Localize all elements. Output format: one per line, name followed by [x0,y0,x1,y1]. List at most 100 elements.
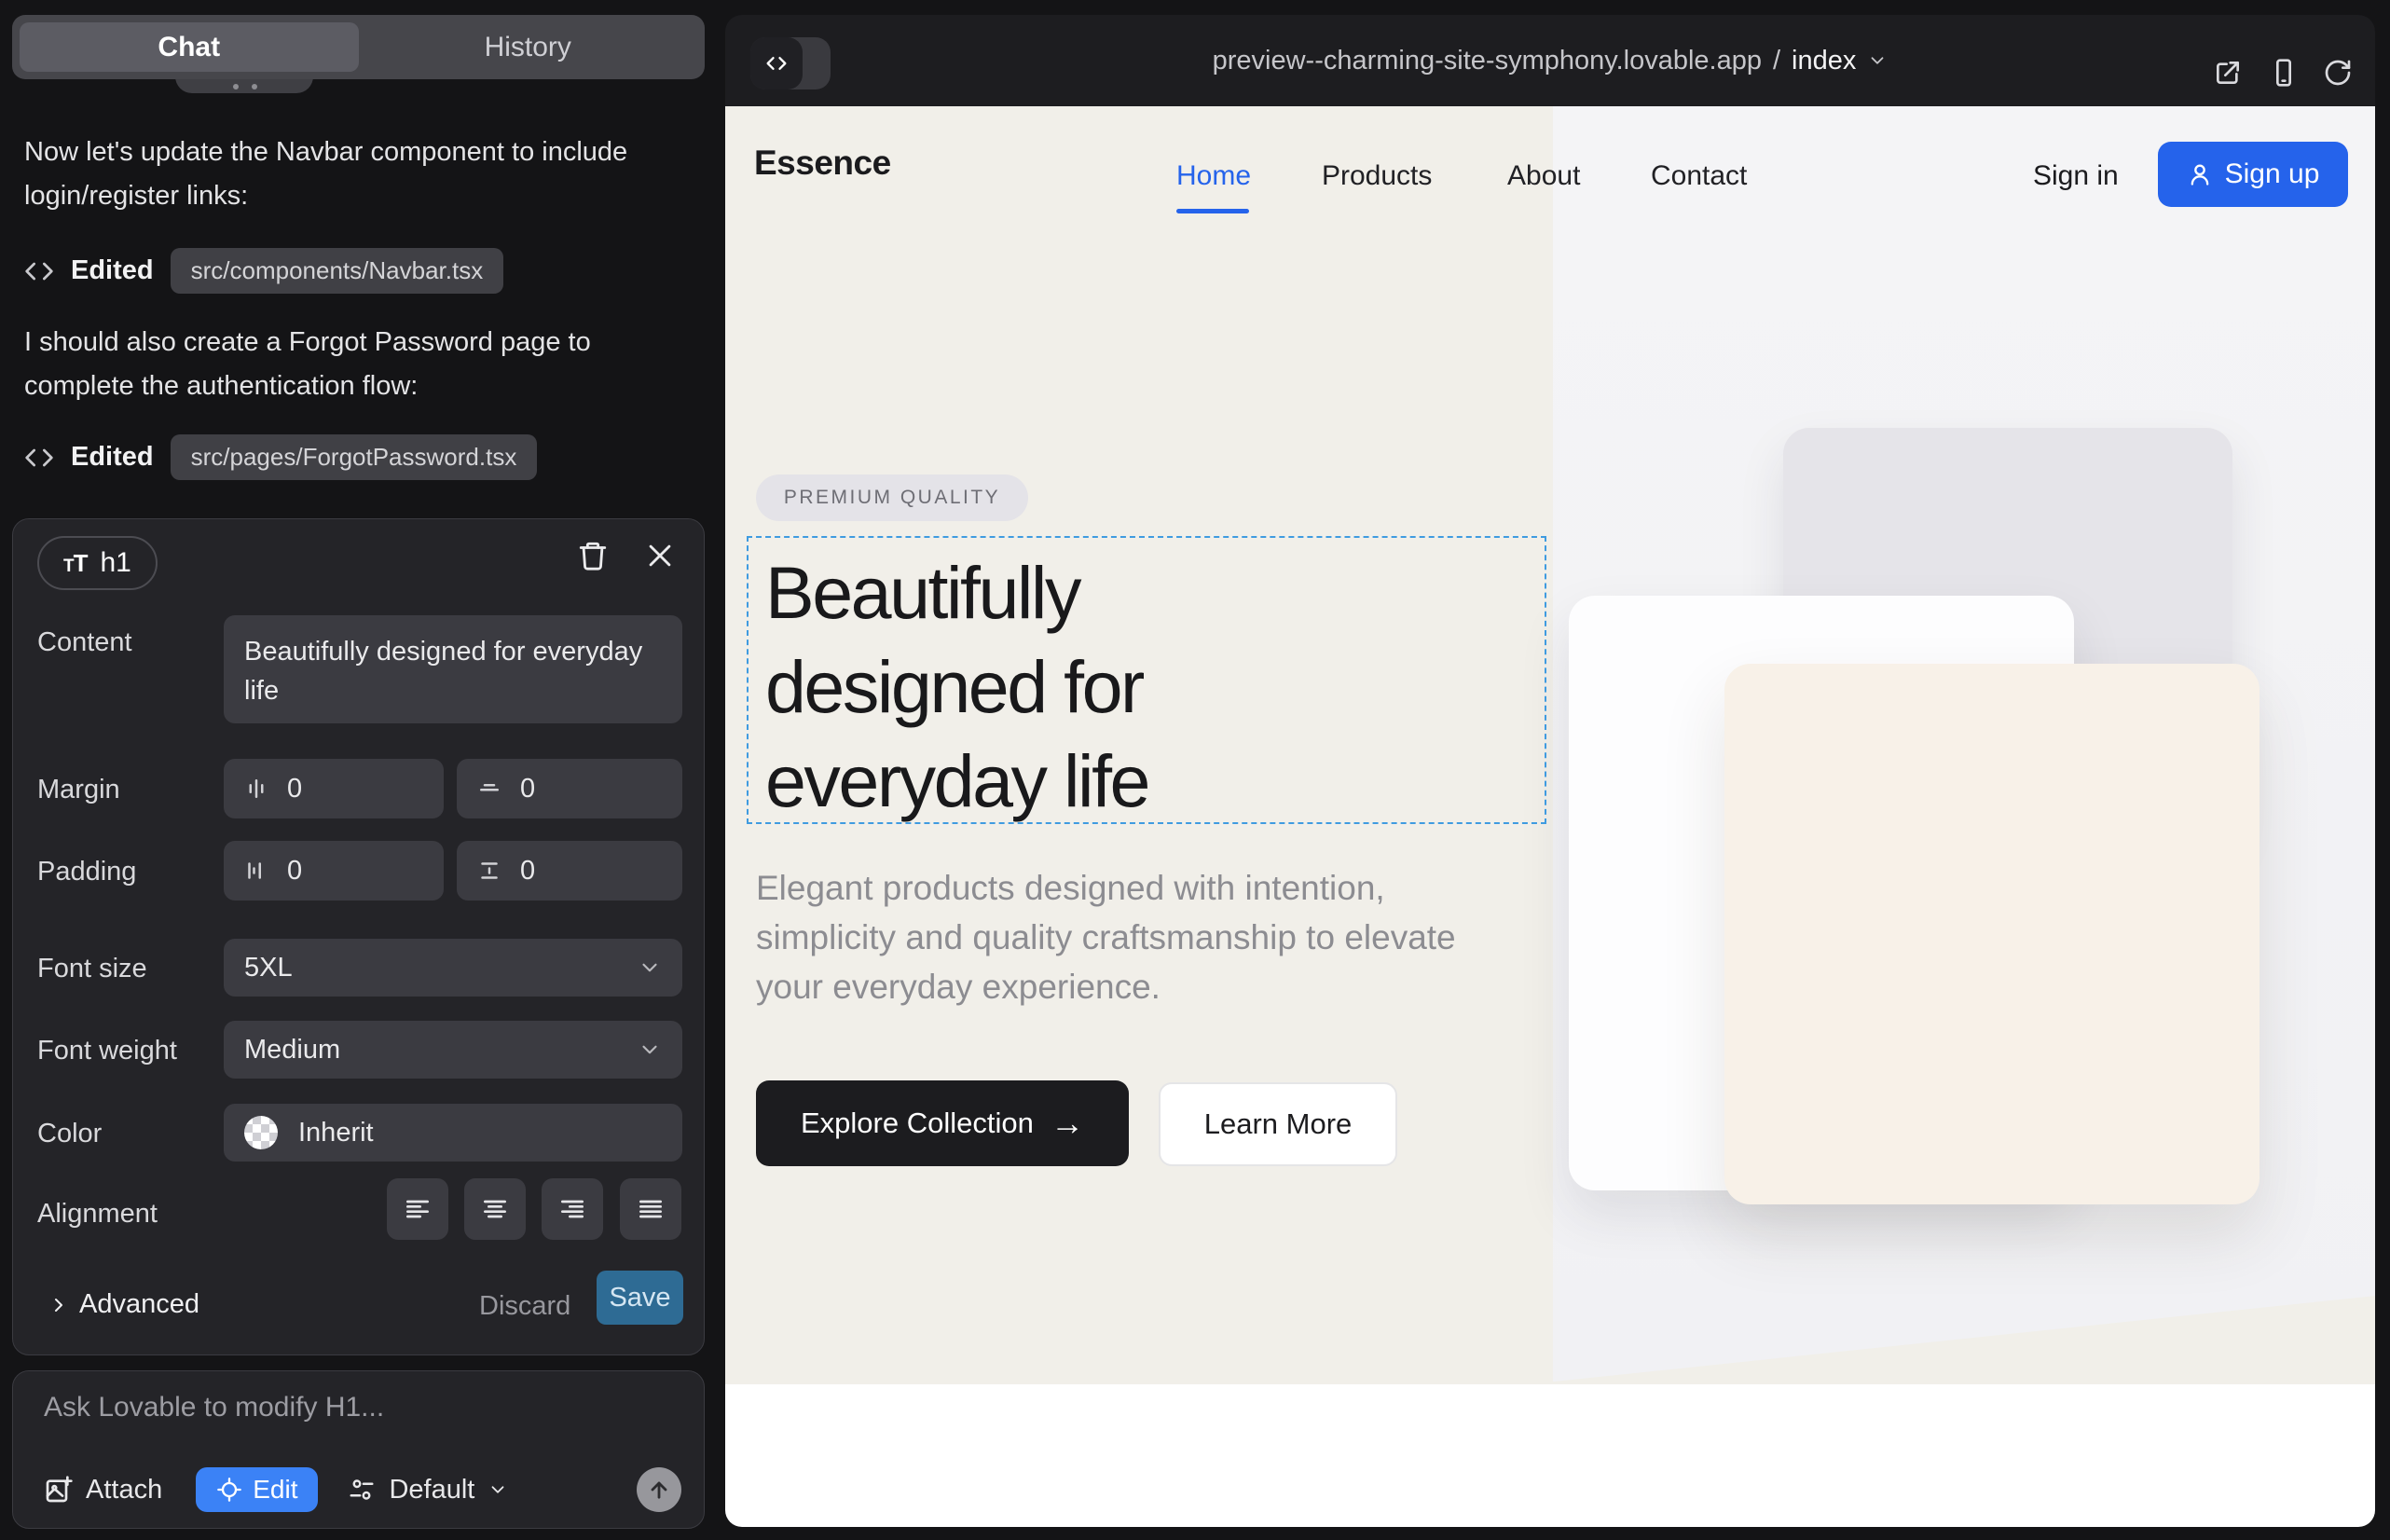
font-size-select[interactable]: 5XL [224,939,682,997]
edited-file-pill[interactable]: src/pages/ForgotPassword.tsx [171,434,538,480]
chevron-down-icon [488,1479,508,1500]
chat-history-tabs: Chat History [12,15,705,79]
preview-frame: preview--charming-site-symphony.lovable.… [725,15,2375,1527]
tab-history[interactable]: History [359,22,698,72]
margin-horizontal-icon [242,775,270,803]
sign-up-button[interactable]: Sign up [2158,142,2348,207]
edit-mode-button[interactable]: Edit [196,1467,318,1512]
edited-file-row: Edited src/components/Navbar.tsx [24,248,503,294]
margin-y-value: 0 [520,774,535,804]
chat-message: Now let's update the Navbar component to… [24,131,692,218]
hero-heading-line: designed for [765,639,1148,734]
align-center-button[interactable] [464,1178,526,1240]
chat-composer: Attach Edit Default [12,1370,705,1529]
sign-in-link[interactable]: Sign in [2033,160,2119,192]
edited-file-pill[interactable]: src/components/Navbar.tsx [171,248,504,294]
default-mode-selector[interactable]: Default [348,1475,508,1506]
user-icon [2187,161,2213,187]
discard-button[interactable]: Discard [479,1291,570,1322]
content-label: Content [37,627,132,658]
refresh-button[interactable] [2323,58,2353,88]
chevron-right-icon [48,1294,70,1316]
attach-label: Attach [86,1475,162,1506]
align-left-button[interactable] [387,1178,448,1240]
font-weight-value: Medium [244,1035,340,1066]
align-justify-button[interactable] [620,1178,681,1240]
element-editor-panel: TT h1 Content Beautifully designed for e… [12,518,705,1355]
nav-active-underline [1176,209,1249,213]
color-swatch [244,1116,278,1149]
hero-heading: Beautifully designed for everyday life [765,545,1148,828]
composer-input[interactable] [44,1392,678,1451]
font-size-label: Font size [37,954,147,984]
advanced-toggle[interactable]: Advanced [48,1289,199,1320]
selected-element-chip: TT h1 [37,536,158,590]
sliders-icon [348,1476,376,1504]
h1-selection-outline[interactable]: Beautifully designed for everyday life [747,536,1546,824]
color-label: Color [37,1119,102,1149]
padding-x-input[interactable]: 0 [224,841,444,901]
color-field[interactable]: Inherit [224,1104,682,1162]
mobile-view-button[interactable] [2269,58,2299,88]
padding-label: Padding [37,857,136,887]
padding-horizontal-icon [242,857,270,885]
margin-label: Margin [37,775,120,805]
padding-vertical-icon [475,857,503,885]
explore-collection-button[interactable]: Explore Collection → [756,1080,1129,1166]
preview-page: index [1792,46,1856,76]
margin-y-input[interactable]: 0 [457,759,682,818]
edit-label: Edit [253,1475,297,1505]
padding-y-value: 0 [520,856,535,887]
preview-host: preview--charming-site-symphony.lovable.… [1213,46,1762,76]
delete-element-button[interactable] [577,540,609,571]
element-tag: h1 [101,547,131,579]
lovable-app: Chat History Now let's update the Navbar… [0,0,2390,1540]
advanced-label: Advanced [79,1289,199,1320]
nav-link-about[interactable]: About [1507,160,1580,192]
font-weight-select[interactable]: Medium [224,1021,682,1079]
content-field: Beautifully designed for everyday life [224,615,682,723]
type-icon: TT [63,549,88,578]
arrow-right-icon: → [1051,1104,1084,1143]
site-viewport: Essence Home Products About Contact Sign… [725,106,2375,1527]
edited-label: Edited [71,442,154,473]
code-icon [24,256,54,286]
margin-x-input[interactable]: 0 [224,759,444,818]
font-size-value: 5XL [244,953,293,983]
url-bar[interactable]: preview--charming-site-symphony.lovable.… [725,15,2375,106]
bubble-dot [252,84,257,89]
hero-badge: PREMIUM QUALITY [756,474,1028,521]
crosshair-icon [216,1477,242,1503]
bubble-dot [233,84,239,89]
hero-heading-line: Beautifully [765,545,1148,639]
default-label: Default [389,1475,474,1506]
code-icon [24,443,54,473]
learn-more-button[interactable]: Learn More [1159,1082,1397,1166]
padding-y-input[interactable]: 0 [457,841,682,901]
chevron-down-icon [1867,50,1888,71]
edited-label: Edited [71,255,154,286]
site-logo[interactable]: Essence [754,144,891,183]
tab-chat[interactable]: Chat [20,22,359,72]
padding-x-value: 0 [287,856,302,887]
save-button[interactable]: Save [597,1271,683,1325]
alignment-label: Alignment [37,1199,158,1230]
nav-link-products[interactable]: Products [1322,160,1432,192]
send-button[interactable] [637,1467,681,1512]
explore-collection-label: Explore Collection [801,1107,1034,1140]
decor-card-cream [1724,664,2260,1204]
attach-button[interactable]: Attach [44,1475,162,1506]
open-in-new-tab-button[interactable] [2213,58,2243,88]
arrow-up-icon [646,1477,672,1503]
align-right-button[interactable] [542,1178,603,1240]
margin-vertical-icon [475,775,503,803]
browser-chrome: preview--charming-site-symphony.lovable.… [725,15,2375,106]
chevron-down-icon [638,956,662,980]
chat-message: I should also create a Forgot Password p… [24,321,692,408]
content-input[interactable]: Beautifully designed for everyday life [224,615,682,723]
nav-link-contact[interactable]: Contact [1651,160,1747,192]
hero-heading-line: everyday life [765,734,1148,828]
edited-file-row: Edited src/pages/ForgotPassword.tsx [24,434,537,480]
close-panel-button[interactable] [644,540,676,571]
nav-link-home[interactable]: Home [1176,160,1251,192]
